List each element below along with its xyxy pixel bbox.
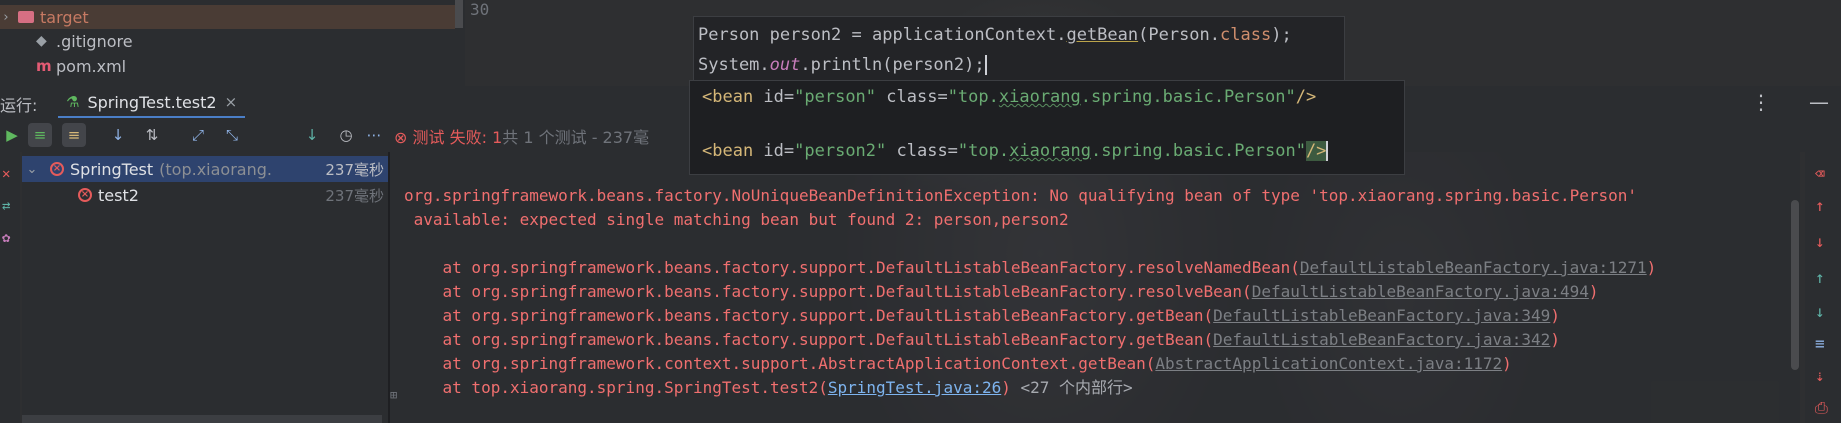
xml-line-2: <bean id="person2" class="top.xiaorang.s… <box>702 141 1329 161</box>
stack-line: at org.springframework.context.support.A… <box>404 354 1512 373</box>
source-link[interactable]: SpringTest.java:26 <box>828 378 1001 397</box>
text-caret <box>1326 141 1329 161</box>
source-link[interactable]: DefaultListableBeanFactory.java:494 <box>1252 282 1589 301</box>
code-line-1: Person person2 = applicationContext.getB… <box>698 25 1292 45</box>
scroll-up-icon[interactable]: ↑ <box>1815 268 1825 287</box>
console-scrollbar[interactable] <box>1791 200 1799 370</box>
stop-icon[interactable]: ✕ <box>2 166 10 182</box>
tree-hscrollbar[interactable] <box>22 415 382 423</box>
tree-item-target[interactable]: › target <box>0 5 455 29</box>
sort-duration-icon[interactable]: ⇅ <box>140 123 164 147</box>
stack-line: at top.xiaorang.spring.SpringTest.test2(… <box>404 378 1133 397</box>
down-arrow-icon[interactable]: ↓ <box>1815 232 1825 251</box>
next-failed-icon[interactable]: ↓ <box>300 123 324 147</box>
right-action-strip: ⌫ ↑ ↓ ↑ ↓ ≡ ⇣ ⎙ <box>1805 152 1841 423</box>
tree-item-label: .gitignore <box>56 31 133 51</box>
minimize-icon[interactable]: — <box>1809 90 1829 114</box>
tab-label: SpringTest.test2 <box>87 92 217 112</box>
more-options-icon[interactable]: ⋮ <box>1751 90 1771 114</box>
history-icon[interactable]: ◷ <box>334 123 358 147</box>
test-row-test2[interactable]: × test2 237毫秒 <box>22 182 388 208</box>
show-passed-icon[interactable]: ≡ <box>28 123 52 147</box>
header-actions: ⋮ — <box>1751 86 1841 118</box>
chevron-right-icon[interactable]: › <box>0 10 12 25</box>
exception-line-2: available: expected single matching bean… <box>404 210 1069 229</box>
show-ignored-icon[interactable]: ≡ <box>62 123 86 147</box>
scroll-down-icon[interactable]: ↓ <box>1815 302 1825 321</box>
test-flask-icon: ⚗ <box>66 93 80 111</box>
print-icon[interactable]: ⎙ <box>1815 398 1828 418</box>
more-icon[interactable]: ⋯ <box>362 123 386 147</box>
expand-all-icon[interactable]: ⤢ <box>186 123 210 147</box>
tab-springtest-test2[interactable]: ⚗ SpringTest.test2 × <box>58 88 246 119</box>
console-output[interactable]: org.springframework.beans.factory.NoUniq… <box>390 152 1800 423</box>
soft-wrap-icon[interactable]: ≡ <box>1815 334 1825 353</box>
error-icon: × <box>50 162 64 176</box>
run-label: 运行: <box>0 96 38 115</box>
git-icon: ◆ <box>36 33 47 49</box>
exception-line-1: org.springframework.beans.factory.NoUniq… <box>404 186 1637 205</box>
source-link[interactable]: AbstractApplicationContext.java:1172 <box>1155 354 1502 373</box>
test-status: ⊗ 测试 失败: 1共 1 个测试 - 237毫 <box>394 128 650 147</box>
scroll-end-icon[interactable]: ⇣ <box>1815 366 1825 385</box>
close-icon[interactable]: × <box>225 93 238 111</box>
error-icon: × <box>78 188 92 202</box>
text-caret <box>984 55 987 75</box>
tree-item-gitignore[interactable]: ◆ .gitignore <box>36 29 133 53</box>
error-icon: ⊗ <box>394 128 408 147</box>
stack-line: at org.springframework.beans.factory.sup… <box>404 258 1657 277</box>
settings-icon[interactable]: ✿ <box>2 230 10 246</box>
folder-icon <box>18 11 34 23</box>
maven-icon: m <box>36 57 52 75</box>
test-row-springtest[interactable]: ⌄ × SpringTest (top.xiaorang. 237毫秒 <box>22 156 388 182</box>
source-link[interactable]: DefaultListableBeanFactory.java:342 <box>1213 330 1550 349</box>
tree-item-label: pom.xml <box>56 56 127 76</box>
chevron-down-icon[interactable]: ⌄ <box>26 162 38 177</box>
source-link[interactable]: DefaultListableBeanFactory.java:1271 <box>1300 258 1647 277</box>
tree-item-pom[interactable]: m pom.xml <box>36 54 126 78</box>
clear-icon[interactable]: ⌫ <box>1815 164 1825 183</box>
source-link[interactable]: DefaultListableBeanFactory.java:349 <box>1213 306 1550 325</box>
rerun-failed-icon[interactable]: ⇄ <box>2 198 10 214</box>
project-tree: › target ◆ .gitignore m pom.xml <box>0 0 465 86</box>
rerun-icon[interactable]: ▶ <box>0 123 24 147</box>
tree-item-label: target <box>40 7 89 27</box>
sort-alpha-icon[interactable]: ↓ <box>106 123 130 147</box>
left-action-strip: ✕ ⇄ ✿ <box>0 152 20 423</box>
stack-line: at org.springframework.beans.factory.sup… <box>404 306 1560 325</box>
splitter[interactable] <box>388 152 390 423</box>
internal-lines-toggle[interactable]: <27 个内部行> <box>1021 378 1133 397</box>
stack-line: at org.springframework.beans.factory.sup… <box>404 282 1599 301</box>
stack-line: at org.springframework.beans.factory.sup… <box>404 330 1560 349</box>
collapse-all-icon[interactable]: ⤡ <box>220 123 244 147</box>
xml-editor-snippet[interactable]: <bean id="person" class="top.xiaorang.sp… <box>689 80 1405 175</box>
tree-scrollbar[interactable] <box>455 0 463 28</box>
code-editor-snippet[interactable]: Person person2 = applicationContext.getB… <box>693 16 1345 84</box>
xml-line-1: <bean id="person" class="top.xiaorang.sp… <box>702 87 1317 107</box>
up-arrow-icon[interactable]: ↑ <box>1815 196 1825 215</box>
code-line-2: System.out.println(person2); <box>698 55 987 75</box>
line-number: 30 <box>470 0 490 19</box>
test-results-tree: ⌄ × SpringTest (top.xiaorang. 237毫秒 × te… <box>22 152 388 423</box>
fold-icon[interactable]: ⊞ <box>390 388 397 402</box>
